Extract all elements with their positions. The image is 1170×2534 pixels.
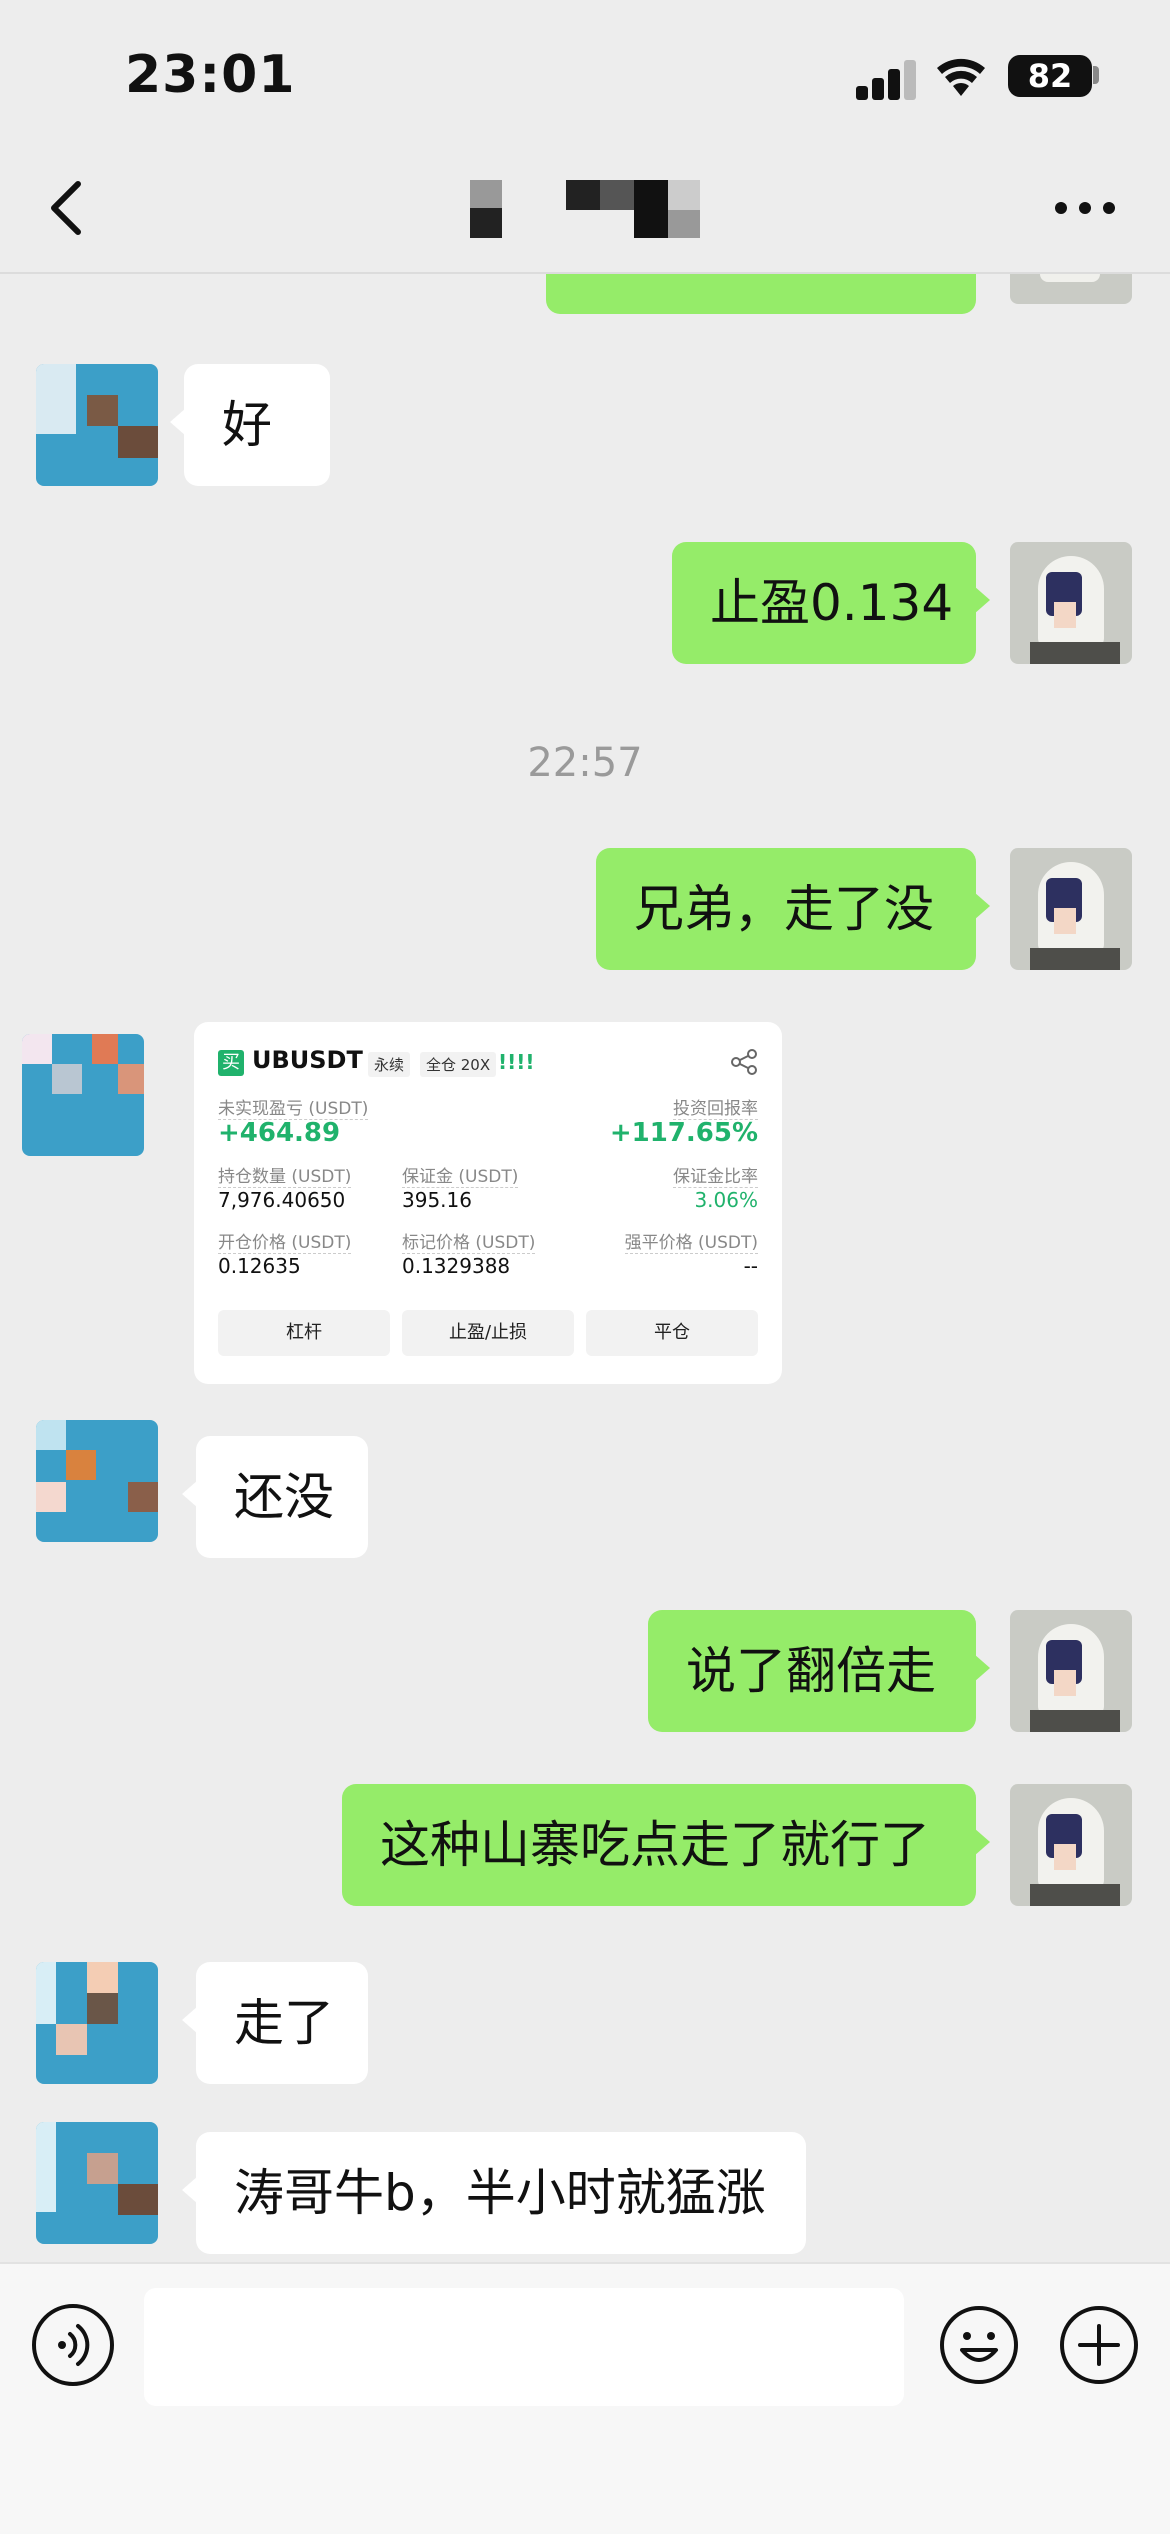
contact-avatar[interactable] — [36, 2122, 158, 2244]
my-avatar[interactable] — [1010, 542, 1132, 664]
margin-value: 395.16 — [402, 1188, 472, 1212]
close-position-button[interactable]: 平仓 — [586, 1310, 758, 1356]
contact-avatar[interactable] — [36, 1420, 158, 1542]
contact-avatar[interactable] — [36, 1962, 158, 2084]
margin-ratio-value: 3.06% — [694, 1188, 758, 1212]
message-bubble[interactable]: 兄弟，走了没 — [596, 848, 990, 970]
card-actions: 杠杆 止盈/止损 平仓 — [218, 1310, 758, 1356]
battery-tip — [1093, 66, 1099, 84]
my-avatar[interactable] — [1010, 848, 1132, 970]
perpetual-tag: 永续 — [368, 1052, 411, 1077]
buy-tag: 买 — [218, 1050, 244, 1076]
roi-value: +117.65% — [609, 1118, 758, 1148]
message-bubble[interactable]: 这种山寨吃点走了就行了 — [342, 1784, 990, 1906]
voice-input-icon[interactable] — [32, 2304, 114, 2386]
position-label: 持仓数量 (USDT) — [218, 1162, 352, 1188]
battery-icon: 82 — [1008, 55, 1092, 97]
mark-price-label: 标记价格 (USDT) — [402, 1228, 536, 1254]
my-avatar[interactable] — [1010, 1784, 1132, 1906]
message-input[interactable] — [144, 2288, 904, 2406]
status-bar: 23:01 82 — [0, 0, 1170, 140]
leverage-tag: 全仓 20X — [420, 1052, 497, 1077]
message-bubble[interactable]: 走了 — [182, 1962, 368, 2084]
wifi-icon — [937, 58, 985, 96]
my-avatar[interactable] — [1010, 1610, 1132, 1732]
liq-price-label: 强平价格 (USDT) — [624, 1228, 758, 1254]
message-bubble[interactable]: 止盈0.134 — [672, 542, 990, 664]
futures-position-card[interactable]: 买 UBUSDT 永续 全仓 20X !!!! 未实现盈亏 (USDT) +46… — [194, 1022, 782, 1384]
roi-label: 投资回报率 — [673, 1094, 758, 1120]
risk-bars: !!!! — [498, 1050, 535, 1074]
contact-avatar[interactable] — [36, 364, 158, 486]
unrealized-pnl-label: 未实现盈亏 (USDT) — [218, 1094, 369, 1120]
timestamp: 22:57 — [527, 740, 643, 786]
chat-input-bar — [0, 2262, 1170, 2534]
unrealized-pnl-value: +464.89 — [218, 1118, 341, 1148]
leverage-button[interactable]: 杠杆 — [218, 1310, 390, 1356]
share-icon[interactable] — [730, 1048, 758, 1076]
my-avatar[interactable] — [1010, 272, 1132, 304]
chat-title-redacted — [470, 172, 700, 242]
liq-price-value: -- — [743, 1254, 758, 1278]
card-row-prices: 开仓价格 (USDT) 0.12635 标记价格 (USDT) 0.132938… — [218, 1228, 758, 1296]
chevron-left-icon[interactable] — [40, 178, 96, 238]
margin-ratio-label: 保证金比率 — [673, 1162, 758, 1188]
entry-price-value: 0.12635 — [218, 1254, 301, 1278]
margin-label: 保证金 (USDT) — [402, 1162, 519, 1188]
emoji-icon[interactable] — [938, 2304, 1020, 2386]
cellular-signal-icon — [856, 58, 918, 100]
position-value: 7,976.40650 — [218, 1188, 346, 1212]
message-bubble[interactable]: 涛哥牛b，半小时就猛涨 — [182, 2132, 806, 2254]
card-row-position: 持仓数量 (USDT) 7,976.40650 保证金 (USDT) 395.1… — [218, 1160, 758, 1228]
chat-header — [0, 140, 1170, 274]
message-bubble-cut[interactable] — [546, 272, 976, 314]
card-header: 买 UBUSDT 永续 全仓 20X !!!! — [218, 1044, 758, 1092]
tp-sl-button[interactable]: 止盈/止损 — [402, 1310, 574, 1356]
message-bubble[interactable]: 还没 — [182, 1436, 368, 1558]
plus-icon[interactable] — [1058, 2304, 1140, 2386]
trading-pair: UBUSDT — [252, 1046, 363, 1074]
contact-avatar[interactable] — [22, 1034, 144, 1156]
message-bubble[interactable]: 好 — [170, 364, 330, 486]
more-dots-icon[interactable] — [1055, 202, 1115, 216]
mark-price-value: 0.1329388 — [402, 1254, 511, 1278]
message-list[interactable]: 好 止盈0.134 22:57 兄弟，走了没 买 UBUSDT 永续 全仓 20… — [0, 272, 1170, 2262]
message-bubble[interactable]: 说了翻倍走 — [648, 1610, 990, 1732]
status-time: 23:01 — [125, 45, 296, 105]
entry-price-label: 开仓价格 (USDT) — [218, 1228, 352, 1254]
card-row-pnl: 未实现盈亏 (USDT) +464.89 投资回报率 +117.65% — [218, 1092, 758, 1160]
